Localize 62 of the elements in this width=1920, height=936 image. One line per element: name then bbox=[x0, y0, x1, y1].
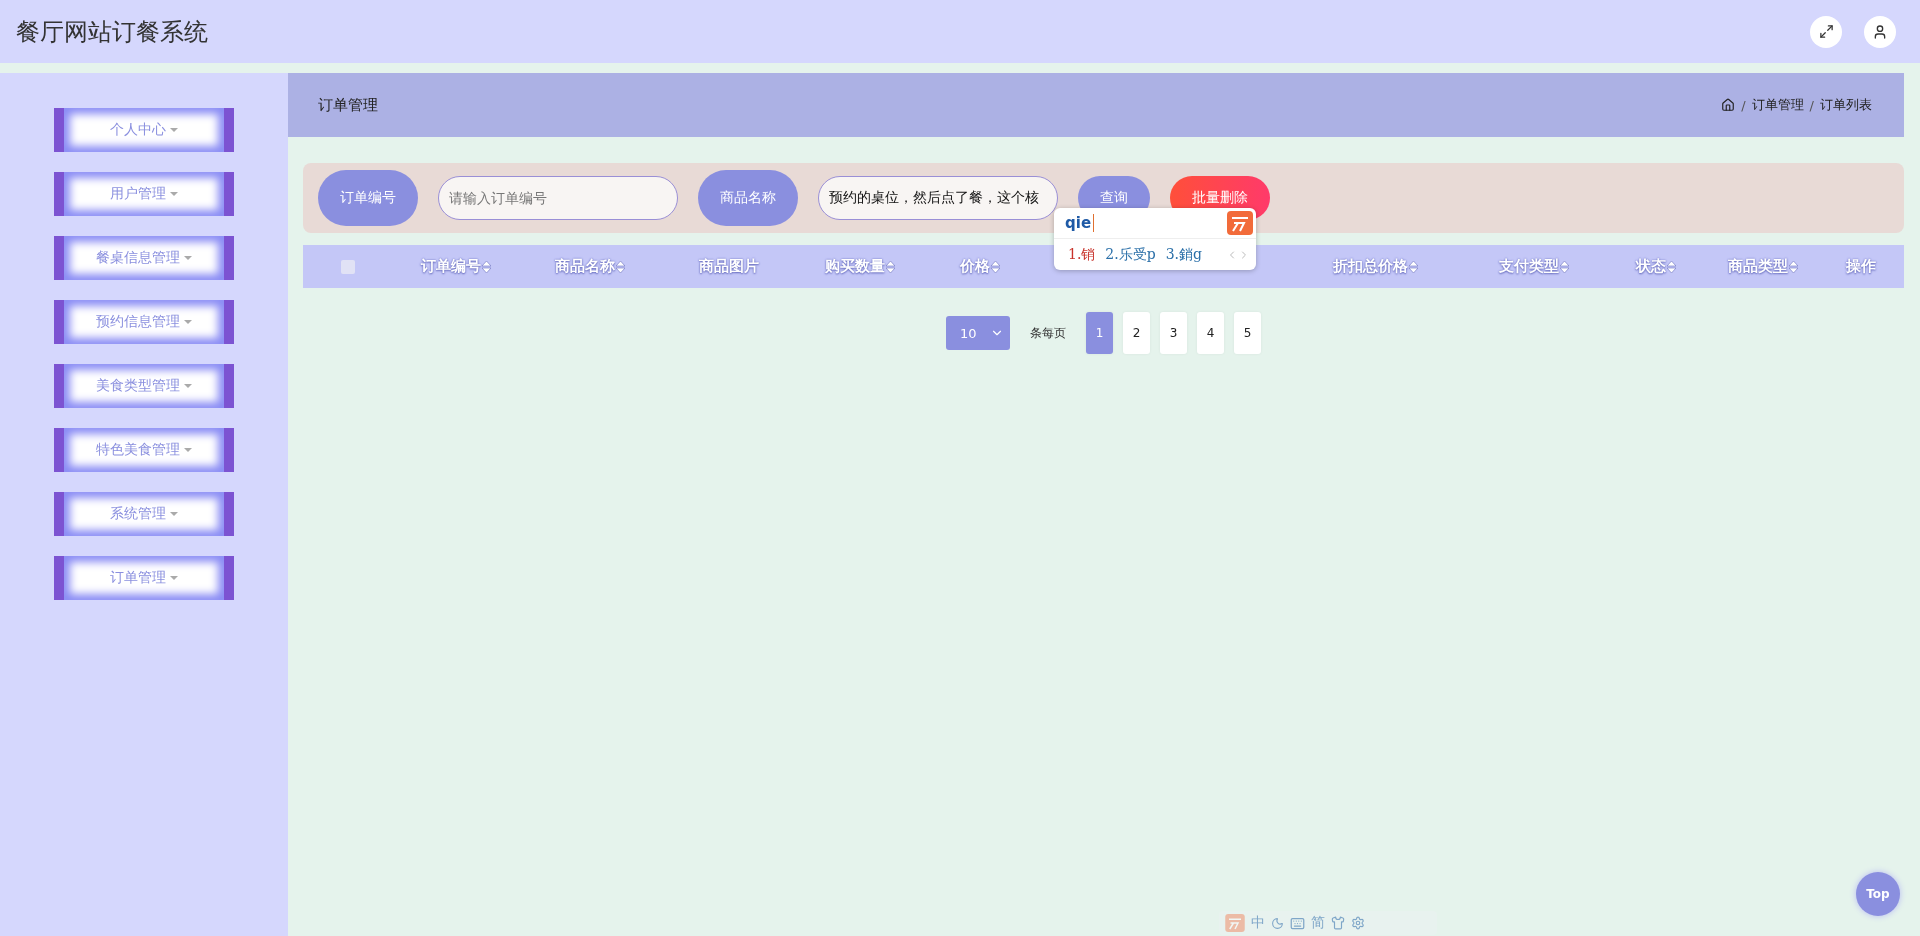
column-header: 商品图片 bbox=[699, 257, 759, 276]
keyboard-icon[interactable] bbox=[1290, 915, 1305, 931]
settings-icon[interactable] bbox=[1351, 916, 1365, 930]
search-input[interactable]: 预约的桌位，然后点了餐，这个核 bbox=[818, 176, 1058, 220]
ime-candidate[interactable]: 3.銷g bbox=[1165, 245, 1202, 264]
page-title: 订单管理 bbox=[318, 95, 378, 115]
sort-icon[interactable] bbox=[886, 260, 895, 273]
back-to-top-button[interactable]: Top bbox=[1856, 872, 1900, 916]
sidebar-menu-item[interactable]: 系统管理 bbox=[54, 492, 234, 536]
sort-icon[interactable] bbox=[1789, 260, 1798, 273]
sort-icon[interactable] bbox=[1409, 260, 1418, 273]
ime-logo-icon bbox=[1225, 914, 1245, 932]
sidebar-menu-item[interactable]: 特色美食管理 bbox=[54, 428, 234, 472]
sort-icon[interactable] bbox=[990, 260, 1000, 273]
column-header[interactable]: 价格 bbox=[959, 257, 990, 276]
sort-icon[interactable] bbox=[1559, 260, 1569, 273]
page-button[interactable]: 1 bbox=[1086, 312, 1113, 354]
breadcrumb-item: 订单列表 bbox=[1820, 96, 1872, 114]
sort-icon[interactable] bbox=[1666, 260, 1676, 273]
home-icon[interactable] bbox=[1721, 98, 1736, 112]
ime-candidate[interactable]: 2.乐受p bbox=[1105, 245, 1156, 264]
sidebar-menu-item[interactable]: 餐桌信息管理 bbox=[54, 236, 234, 280]
per-page-label: 条每页 bbox=[1030, 324, 1066, 342]
ime-mode[interactable]: 中 bbox=[1251, 914, 1265, 932]
breadcrumb-item[interactable]: 订单管理 bbox=[1751, 96, 1804, 114]
app-title: 餐厅网站订餐系统 bbox=[16, 16, 208, 48]
user-icon[interactable] bbox=[1872, 23, 1888, 40]
column-header[interactable]: 订单编号 bbox=[420, 257, 481, 276]
moon-icon[interactable] bbox=[1271, 916, 1284, 930]
ime-logo-icon bbox=[1227, 211, 1253, 235]
shirt-icon[interactable] bbox=[1331, 916, 1345, 930]
sidebar-menu-item[interactable]: 预约信息管理 bbox=[54, 300, 234, 344]
column-header: 操作 bbox=[1846, 257, 1876, 276]
ime-candidate[interactable]: 1.销 bbox=[1068, 245, 1096, 264]
user-button[interactable] bbox=[1864, 15, 1896, 48]
sort-icon[interactable] bbox=[481, 260, 491, 273]
ime-composition: qie bbox=[1065, 214, 1095, 232]
column-header[interactable]: 状态 bbox=[1635, 257, 1666, 276]
sidebar-menu-item[interactable]: 个人中心 bbox=[54, 108, 234, 152]
fullscreen-button[interactable] bbox=[1810, 15, 1842, 48]
page-button[interactable]: 5 bbox=[1234, 312, 1261, 354]
column-header[interactable]: 商品类型 bbox=[1728, 257, 1788, 276]
sidebar-menu-item[interactable]: 订单管理 bbox=[54, 556, 234, 600]
column-header[interactable]: 支付类型 bbox=[1498, 257, 1559, 276]
field-label: 订单编号 bbox=[318, 170, 418, 226]
page-button[interactable]: 2 bbox=[1123, 312, 1150, 354]
column-header[interactable]: 折扣总价格 bbox=[1333, 257, 1408, 276]
select-all-checkbox[interactable] bbox=[340, 259, 355, 274]
field-label: 商品名称 bbox=[698, 170, 798, 226]
ime-charset[interactable]: 简 bbox=[1311, 914, 1325, 932]
column-header[interactable]: 购买数量 bbox=[825, 257, 885, 276]
sidebar-menu-item[interactable]: 美食类型管理 bbox=[54, 364, 234, 408]
page-size-select[interactable]: 10 bbox=[946, 316, 1010, 350]
breadcrumb-separator: / bbox=[1741, 97, 1746, 113]
sort-icon[interactable] bbox=[616, 260, 625, 273]
breadcrumb-separator: / bbox=[1809, 97, 1814, 113]
sidebar-menu-item[interactable]: 用户管理 bbox=[54, 172, 234, 216]
page-button[interactable]: 3 bbox=[1160, 312, 1187, 354]
search-input[interactable]: 请输入订单编号 bbox=[438, 176, 678, 220]
fullscreen-icon[interactable] bbox=[1818, 24, 1834, 39]
page-button[interactable]: 4 bbox=[1197, 312, 1224, 354]
column-header[interactable]: 商品名称 bbox=[555, 257, 615, 276]
